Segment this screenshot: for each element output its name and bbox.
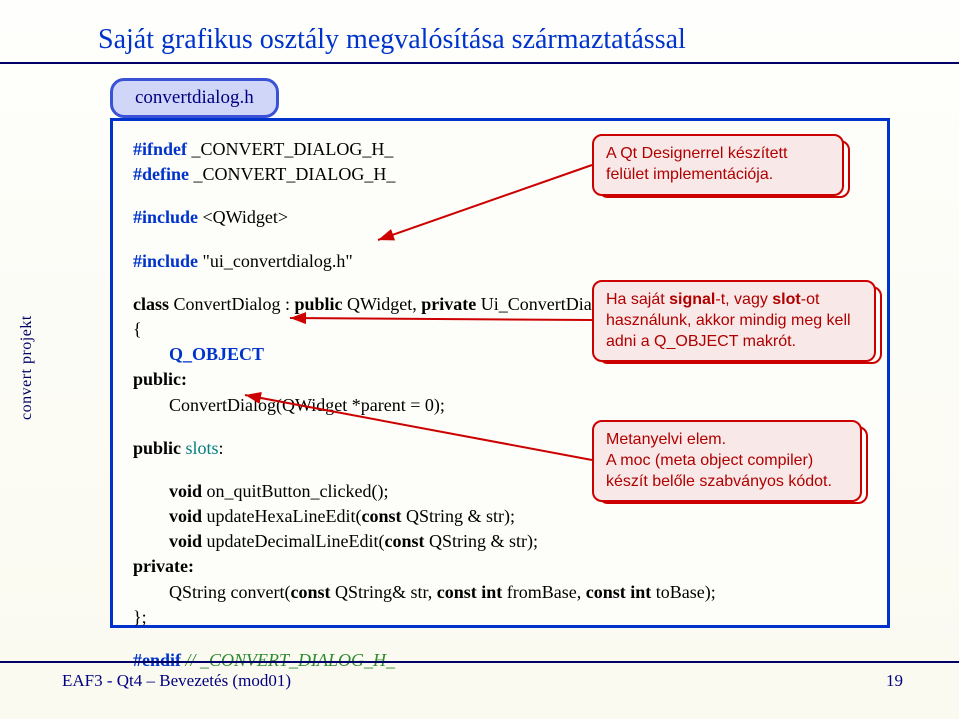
page-number: 19 — [886, 671, 903, 691]
slide-title: Saját grafikus osztály megvalósítása szá… — [98, 24, 686, 56]
file-name-tab: convertdialog.h — [110, 78, 279, 118]
footer-separator — [0, 661, 959, 663]
callout-moc: Metanyelvi elem. A moc (meta object comp… — [592, 420, 862, 502]
callout-qobject-macro: Ha saját signal-t, vagy slot-ot használu… — [592, 280, 876, 362]
footer-left-text: EAF3 - Qt4 – Bevezetés (mod01) — [62, 671, 291, 691]
sidebar-project-label: convert projekt — [18, 315, 36, 420]
callout-designer-impl: A Qt Designerrel készített felület imple… — [592, 134, 844, 196]
title-separator — [0, 62, 959, 64]
